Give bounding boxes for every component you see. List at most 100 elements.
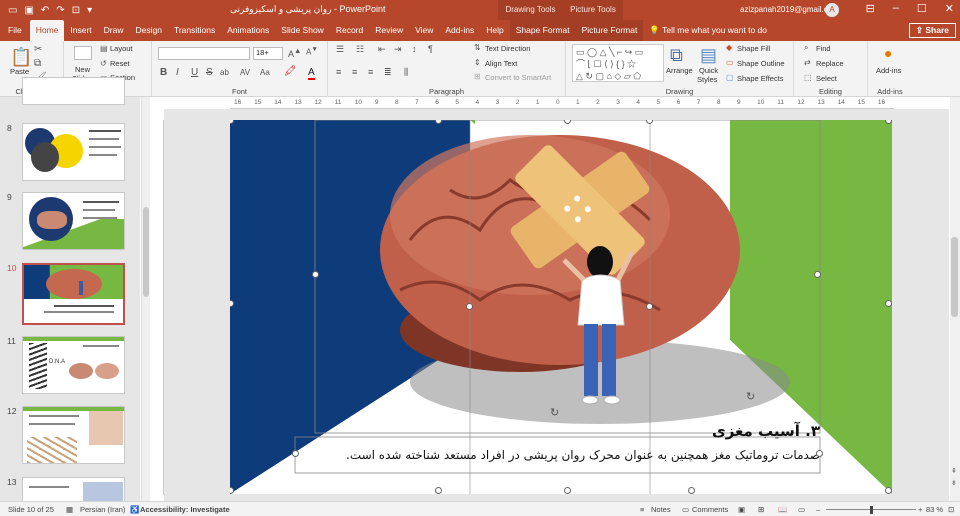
shape-fill-button[interactable]: Shape Fill [737, 44, 770, 53]
layout-button[interactable]: Layout [110, 44, 133, 53]
char-spacing-icon[interactable]: AV [240, 68, 250, 77]
arrange-icon[interactable]: ⧉ [670, 45, 683, 66]
align-center-icon[interactable]: ≡ [352, 67, 357, 77]
underline-button[interactable]: U [191, 67, 198, 78]
tab-transitions[interactable]: Transitions [168, 20, 221, 41]
tab-help[interactable]: Help [480, 20, 509, 41]
thumbnail-7[interactable] [22, 77, 125, 105]
resize-handle[interactable] [885, 300, 892, 307]
quick-styles-label-2[interactable]: Styles [697, 75, 717, 84]
redo-icon[interactable]: ↷ [56, 5, 64, 16]
zoom-out-icon[interactable]: – [816, 505, 820, 514]
grow-font-icon[interactable]: A▲ [288, 46, 301, 59]
zoom-in-icon[interactable]: + [918, 505, 922, 514]
align-left-icon[interactable]: ≡ [336, 67, 341, 77]
spellcheck-icon[interactable]: ▦ [66, 505, 73, 514]
text-shadow-button[interactable]: ab [220, 68, 229, 77]
slide-sorter-icon[interactable]: ⊞ [758, 505, 764, 514]
avatar[interactable]: A [825, 3, 839, 17]
slide-10[interactable]: ۳. آسیب مغزی صدمات تروماتیک مغز همچنین ب… [230, 120, 892, 494]
prev-slide-icon[interactable]: ⇞ [951, 467, 957, 475]
copy-icon[interactable]: ⧉ [34, 58, 41, 69]
next-slide-icon[interactable]: ⇟ [951, 479, 957, 487]
quick-styles-label[interactable]: Quick [699, 66, 718, 75]
resize-handle[interactable] [292, 450, 299, 457]
tab-add-ins[interactable]: Add-ins [439, 20, 480, 41]
tab-view[interactable]: View [409, 20, 439, 41]
minimize-icon[interactable]: – [893, 2, 899, 15]
tab-home[interactable]: Home [29, 20, 65, 41]
columns-icon[interactable]: ⫼ [404, 67, 408, 78]
rotate-handle-icon[interactable]: ↻ [550, 406, 559, 419]
find-button[interactable]: Find [816, 44, 831, 53]
numbering-icon[interactable]: ☷ [356, 44, 364, 55]
thumbnail-11[interactable]: D.N.A [22, 336, 125, 394]
shrink-font-icon[interactable]: A▼ [306, 46, 318, 57]
notes-button[interactable]: Notes [651, 505, 671, 514]
undo-icon[interactable]: ↶ [41, 5, 49, 16]
replace-button[interactable]: Replace [816, 59, 844, 68]
shape-effects-button[interactable]: Shape Effects [737, 74, 784, 83]
tab-picture-format[interactable]: Picture Format [575, 20, 644, 41]
quick-styles-icon[interactable]: ▤ [700, 45, 717, 66]
rotate-handle-icon[interactable]: ↻ [746, 390, 755, 403]
tab-record[interactable]: Record [330, 20, 369, 41]
slide-scrollbar[interactable]: ⇞ ⇟ [950, 97, 960, 501]
tab-design[interactable]: Design [130, 20, 168, 41]
fit-slide-icon[interactable]: ⊡ [948, 505, 954, 514]
arrange-button[interactable]: Arrange [666, 66, 693, 75]
highlight-color-icon[interactable]: 🖍 [284, 66, 297, 77]
tab-shape-format[interactable]: Shape Format [509, 20, 576, 41]
save-icon[interactable]: ▣ [24, 5, 33, 16]
slide-scroll-thumb[interactable] [951, 237, 958, 317]
thumbnail-scroll-thumb[interactable] [143, 207, 149, 297]
font-color-button[interactable]: A [308, 67, 315, 80]
cut-icon[interactable]: ✂ [34, 44, 42, 55]
tell-me-search[interactable]: 💡 Tell me what you want to do [649, 20, 767, 41]
resize-handle[interactable] [466, 303, 473, 310]
thumbnail-10-selected[interactable] [22, 263, 125, 325]
zoom-slider-thumb[interactable] [870, 506, 873, 514]
increase-indent-icon[interactable]: ⇥ [394, 44, 402, 55]
tab-draw[interactable]: Draw [98, 20, 130, 41]
tab-file[interactable]: File [0, 20, 30, 41]
bold-button[interactable]: B [160, 67, 167, 78]
addins-button[interactable]: Add-ins [876, 66, 901, 75]
thumbnail-8[interactable] [22, 123, 125, 181]
normal-view-icon[interactable]: ▣ [738, 505, 745, 514]
ribbon-display-icon[interactable]: ⊟ [866, 2, 875, 15]
change-case-icon[interactable]: Aa [260, 68, 270, 77]
tab-animations[interactable]: Animations [221, 20, 275, 41]
bullets-icon[interactable]: ☰ [336, 44, 344, 55]
share-button[interactable]: ⇪ Share [908, 23, 956, 38]
reading-view-icon[interactable]: 📖 [778, 505, 787, 514]
font-name-combo[interactable] [158, 47, 250, 60]
line-spacing-icon[interactable]: ↕ [412, 44, 417, 54]
accessibility-status[interactable]: Accessibility: Investigate [140, 505, 230, 514]
shape-outline-button[interactable]: Shape Outline [737, 59, 785, 68]
maximize-icon[interactable]: ☐ [917, 2, 927, 15]
rtl-icon[interactable]: ¶ [428, 44, 433, 54]
thumbnail-12[interactable] [22, 406, 125, 464]
align-text-button[interactable]: Align Text [485, 59, 517, 68]
shapes-gallery[interactable]: ▭ ◯ △ ╲ ⌐ ↪ ▭ ⌒ ⌊ ☐ ⟨ ⟩ { } ☆ △ ↻ ▢ ⌂ ◇ ▱ … [572, 44, 664, 82]
text-direction-button[interactable]: Text Direction [485, 44, 530, 53]
resize-handle[interactable] [646, 303, 653, 310]
justify-icon[interactable]: ≣ [384, 67, 392, 78]
tab-insert[interactable]: Insert [64, 20, 97, 41]
slide-body-text[interactable]: صدمات تروماتیک مغز همچنین به عنوان محرک … [300, 448, 820, 462]
resize-handle[interactable] [814, 271, 821, 278]
resize-handle[interactable] [312, 271, 319, 278]
autosave-icon[interactable]: ▭ [8, 5, 17, 16]
thumbnail-scrollbar[interactable] [141, 97, 150, 501]
new-slide-label[interactable]: New [75, 65, 90, 74]
paste-icon[interactable]: 📋 [10, 47, 32, 68]
slideshow-icon[interactable]: ▭ [798, 505, 805, 514]
thumbnail-9[interactable] [22, 192, 125, 250]
tab-review[interactable]: Review [369, 20, 409, 41]
paste-button[interactable]: Paste [10, 67, 29, 76]
resize-handle[interactable] [564, 487, 571, 494]
strikethrough-button[interactable]: S [206, 67, 213, 78]
language-status[interactable]: Persian (Iran) [80, 505, 125, 514]
resize-handle[interactable] [688, 487, 695, 494]
